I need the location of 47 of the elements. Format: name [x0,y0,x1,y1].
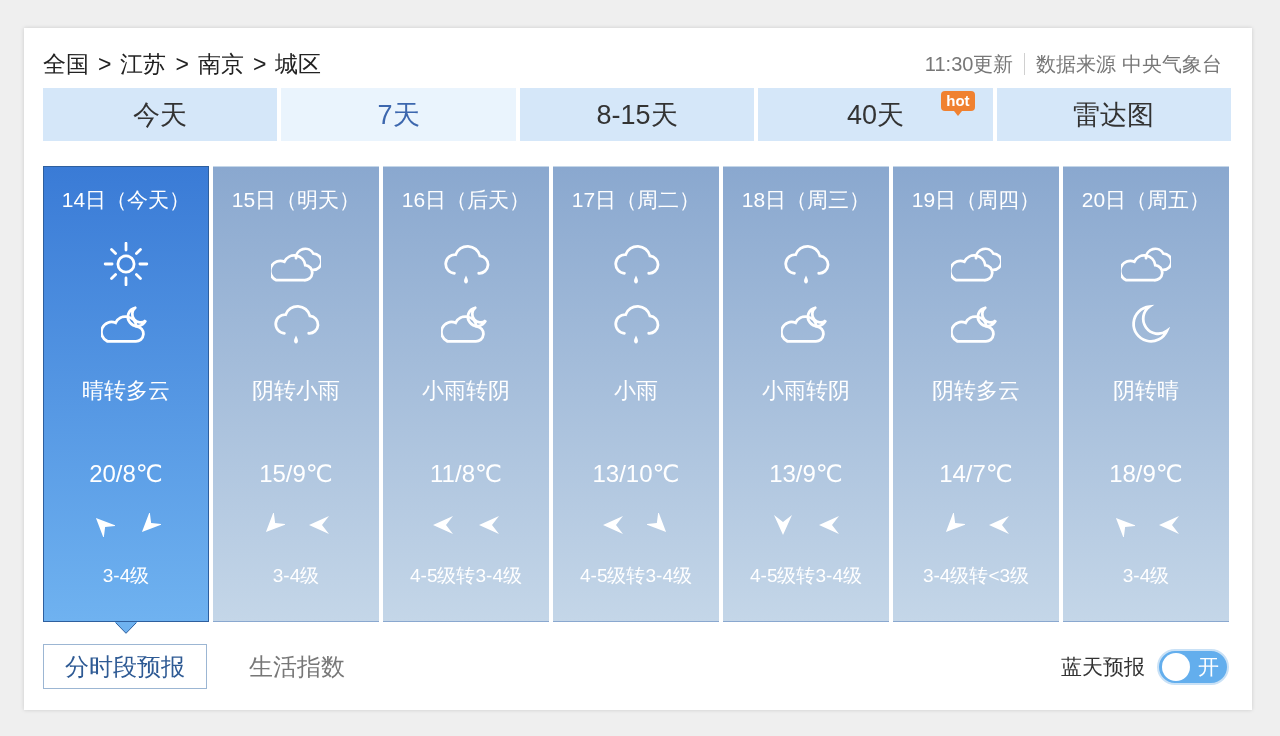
temperature-text: 15/9℃ [259,459,333,489]
wind-level: 3-4级 [102,564,150,588]
breadcrumb-separator: > [98,50,112,78]
temperature-text: 13/9℃ [769,459,843,489]
wind-level: 4-5级转3-4级 [750,564,862,588]
update-time: 11:30更新 [924,51,1014,77]
wind-level: 4-5级转3-4级 [410,564,522,588]
pointer-icon [115,622,137,634]
breadcrumb-separator: > [175,50,189,78]
breadcrumb-link[interactable]: 江苏 [120,48,167,80]
weather-text: 小雨转阴 [422,377,510,405]
data-source: 数据来源 中央气象台 [1036,51,1222,77]
tab[interactable]: 7天 [281,88,516,141]
day-date: 19日（周四） [911,187,1041,213]
breadcrumb-separator: > [252,50,267,78]
temperature-text: 18/9℃ [1109,459,1183,489]
tab[interactable]: 今天 [43,88,278,141]
temperature-text: 13/10℃ [592,459,680,489]
wind-level: 4-5级转3-4级 [580,564,692,588]
day-date: 17日（周二） [571,187,701,213]
tab[interactable]: 生活指数 [227,644,367,689]
day-date: 14日（今天） [61,187,191,213]
tab[interactable]: 分时段预报 [43,644,207,689]
hot-badge: hot [941,91,975,116]
weather-text: 阴转小雨 [252,377,340,405]
tab[interactable]: 8-15天 [519,88,755,141]
day-date: 16日（后天） [401,187,531,213]
breadcrumb-link[interactable]: 全国 [43,48,89,80]
toggle-label: 蓝天预报 [1061,653,1145,680]
tab[interactable]: 雷达图 [996,88,1232,141]
wind-level: 3-4级转<3级 [922,564,1030,588]
day-date: 20日（周五） [1081,187,1211,213]
tab[interactable]: 40天 hot [758,88,993,141]
day-date: 15日（明天） [231,187,361,213]
wind-level: 3-4级 [1122,564,1170,588]
breadcrumb-link[interactable]: 南京 [197,48,244,80]
weather-text: 小雨 [614,377,658,405]
temperature-text: 11/8℃ [430,459,502,489]
weather-text: 小雨转阴 [762,377,850,405]
day-date: 18日（周三） [741,187,871,213]
breadcrumb-current: 城区 [275,49,322,79]
weather-text: 阴转晴 [1113,377,1179,405]
weather-text: 晴转多云 [82,377,170,405]
wind-level: 3-4级 [272,564,320,588]
weather-text: 阴转多云 [932,377,1020,405]
temperature-text: 14/7℃ [939,459,1013,489]
temperature-text: 20/8℃ [89,459,163,489]
